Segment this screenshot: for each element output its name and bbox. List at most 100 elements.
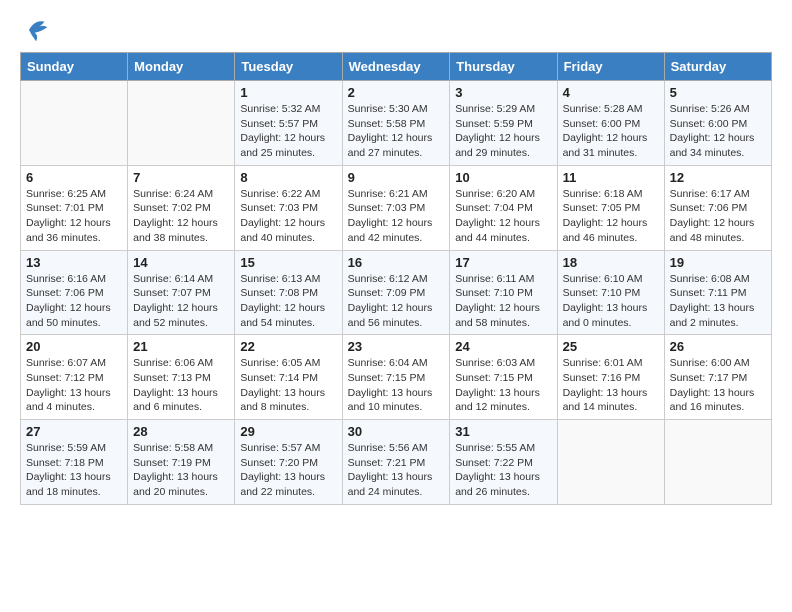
calendar-cell [664,420,771,505]
day-number: 7 [133,170,229,185]
day-info: Sunrise: 6:04 AMSunset: 7:15 PMDaylight:… [348,356,445,415]
day-info: Sunrise: 6:13 AMSunset: 7:08 PMDaylight:… [240,272,336,331]
calendar-cell: 5 Sunrise: 5:26 AMSunset: 6:00 PMDaylight… [664,81,771,166]
header-row: SundayMondayTuesdayWednesdayThursdayFrid… [21,53,772,81]
day-number: 31 [455,424,551,439]
day-info: Sunrise: 6:14 AMSunset: 7:07 PMDaylight:… [133,272,229,331]
day-number: 13 [26,255,122,270]
day-info: Sunrise: 5:56 AMSunset: 7:21 PMDaylight:… [348,441,445,500]
calendar-cell: 3 Sunrise: 5:29 AMSunset: 5:59 PMDaylight… [450,81,557,166]
calendar-cell: 6 Sunrise: 6:25 AMSunset: 7:01 PMDaylight… [21,165,128,250]
day-info: Sunrise: 6:00 AMSunset: 7:17 PMDaylight:… [670,356,766,415]
week-row-5: 27Sunrise: 5:59 AMSunset: 7:18 PMDayligh… [21,420,772,505]
day-number: 19 [670,255,766,270]
column-header-wednesday: Wednesday [342,53,450,81]
day-info: Sunrise: 6:10 AMSunset: 7:10 PMDaylight:… [563,272,659,331]
day-info: Sunrise: 5:58 AMSunset: 7:19 PMDaylight:… [133,441,229,500]
column-header-sunday: Sunday [21,53,128,81]
day-number: 5 [670,85,766,100]
day-info: Sunrise: 6:06 AMSunset: 7:13 PMDaylight:… [133,356,229,415]
day-info: Sunrise: 6:25 AMSunset: 7:01 PMDaylight:… [26,187,122,246]
day-info: Sunrise: 6:12 AMSunset: 7:09 PMDaylight:… [348,272,445,331]
day-info: Sunrise: 5:55 AMSunset: 7:22 PMDaylight:… [455,441,551,500]
week-row-1: 1 Sunrise: 5:32 AMSunset: 5:57 PMDaylight… [21,81,772,166]
day-info: Sunrise: 6:05 AMSunset: 7:14 PMDaylight:… [240,356,336,415]
day-number: 4 [563,85,659,100]
day-info: Sunrise: 6:21 AMSunset: 7:03 PMDaylight:… [348,187,445,246]
calendar-cell: 28Sunrise: 5:58 AMSunset: 7:19 PMDayligh… [128,420,235,505]
day-info: Sunrise: 6:18 AMSunset: 7:05 PMDaylight:… [563,187,659,246]
day-info: Sunrise: 6:22 AMSunset: 7:03 PMDaylight:… [240,187,336,246]
column-header-friday: Friday [557,53,664,81]
calendar-cell [557,420,664,505]
day-number: 22 [240,339,336,354]
day-info: Sunrise: 6:24 AMSunset: 7:02 PMDaylight:… [133,187,229,246]
day-info: Sunrise: 6:11 AMSunset: 7:10 PMDaylight:… [455,272,551,331]
day-number: 1 [240,85,336,100]
calendar-cell: 17 Sunrise: 6:11 AMSunset: 7:10 PMDayligh… [450,250,557,335]
day-number: 21 [133,339,229,354]
calendar-cell: 27Sunrise: 5:59 AMSunset: 7:18 PMDayligh… [21,420,128,505]
calendar-cell: 23 Sunrise: 6:04 AMSunset: 7:15 PMDayligh… [342,335,450,420]
calendar-cell: 10Sunrise: 6:20 AMSunset: 7:04 PMDayligh… [450,165,557,250]
calendar-cell: 18Sunrise: 6:10 AMSunset: 7:10 PMDayligh… [557,250,664,335]
calendar-cell: 11Sunrise: 6:18 AMSunset: 7:05 PMDayligh… [557,165,664,250]
calendar-cell: 14 Sunrise: 6:14 AMSunset: 7:07 PMDayligh… [128,250,235,335]
day-info: Sunrise: 6:03 AMSunset: 7:15 PMDaylight:… [455,356,551,415]
calendar-cell: 21 Sunrise: 6:06 AMSunset: 7:13 PMDayligh… [128,335,235,420]
day-info: Sunrise: 5:57 AMSunset: 7:20 PMDaylight:… [240,441,336,500]
day-number: 26 [670,339,766,354]
day-number: 8 [240,170,336,185]
calendar-cell: 12Sunrise: 6:17 AMSunset: 7:06 PMDayligh… [664,165,771,250]
logo-bird-icon [22,16,50,44]
calendar-cell: 8 Sunrise: 6:22 AMSunset: 7:03 PMDaylight… [235,165,342,250]
calendar-cell [128,81,235,166]
day-number: 2 [348,85,445,100]
day-info: Sunrise: 6:16 AMSunset: 7:06 PMDaylight:… [26,272,122,331]
column-header-monday: Monday [128,53,235,81]
day-info: Sunrise: 6:17 AMSunset: 7:06 PMDaylight:… [670,187,766,246]
day-info: Sunrise: 5:28 AMSunset: 6:00 PMDaylight:… [563,102,659,161]
day-info: Sunrise: 6:20 AMSunset: 7:04 PMDaylight:… [455,187,551,246]
day-number: 23 [348,339,445,354]
day-number: 29 [240,424,336,439]
column-header-saturday: Saturday [664,53,771,81]
calendar-cell [21,81,128,166]
calendar-cell: 9 Sunrise: 6:21 AMSunset: 7:03 PMDaylight… [342,165,450,250]
day-number: 25 [563,339,659,354]
calendar-cell: 2Sunrise: 5:30 AMSunset: 5:58 PMDaylight… [342,81,450,166]
calendar-cell: 16Sunrise: 6:12 AMSunset: 7:09 PMDayligh… [342,250,450,335]
calendar-cell: 20 Sunrise: 6:07 AMSunset: 7:12 PMDayligh… [21,335,128,420]
calendar-cell: 22 Sunrise: 6:05 AMSunset: 7:14 PMDayligh… [235,335,342,420]
calendar-cell: 4 Sunrise: 5:28 AMSunset: 6:00 PMDaylight… [557,81,664,166]
day-number: 27 [26,424,122,439]
logo [20,16,50,44]
calendar-table: SundayMondayTuesdayWednesdayThursdayFrid… [20,52,772,505]
calendar-cell: 13 Sunrise: 6:16 AMSunset: 7:06 PMDayligh… [21,250,128,335]
column-header-tuesday: Tuesday [235,53,342,81]
day-info: Sunrise: 6:07 AMSunset: 7:12 PMDaylight:… [26,356,122,415]
column-header-thursday: Thursday [450,53,557,81]
calendar-cell: 29 Sunrise: 5:57 AMSunset: 7:20 PMDayligh… [235,420,342,505]
day-info: Sunrise: 5:32 AMSunset: 5:57 PMDaylight:… [240,102,336,161]
day-number: 15 [240,255,336,270]
day-number: 30 [348,424,445,439]
day-number: 17 [455,255,551,270]
week-row-2: 6 Sunrise: 6:25 AMSunset: 7:01 PMDaylight… [21,165,772,250]
calendar-cell: 24 Sunrise: 6:03 AMSunset: 7:15 PMDayligh… [450,335,557,420]
day-number: 24 [455,339,551,354]
day-info: Sunrise: 5:29 AMSunset: 5:59 PMDaylight:… [455,102,551,161]
day-number: 6 [26,170,122,185]
calendar-cell: 31 Sunrise: 5:55 AMSunset: 7:22 PMDayligh… [450,420,557,505]
week-row-4: 20 Sunrise: 6:07 AMSunset: 7:12 PMDayligh… [21,335,772,420]
day-number: 3 [455,85,551,100]
week-row-3: 13 Sunrise: 6:16 AMSunset: 7:06 PMDayligh… [21,250,772,335]
day-number: 9 [348,170,445,185]
calendar-cell: 25 Sunrise: 6:01 AMSunset: 7:16 PMDayligh… [557,335,664,420]
day-info: Sunrise: 6:01 AMSunset: 7:16 PMDaylight:… [563,356,659,415]
calendar-cell: 19Sunrise: 6:08 AMSunset: 7:11 PMDayligh… [664,250,771,335]
day-info: Sunrise: 5:26 AMSunset: 6:00 PMDaylight:… [670,102,766,161]
calendar-cell: 15 Sunrise: 6:13 AMSunset: 7:08 PMDayligh… [235,250,342,335]
day-number: 20 [26,339,122,354]
day-number: 14 [133,255,229,270]
